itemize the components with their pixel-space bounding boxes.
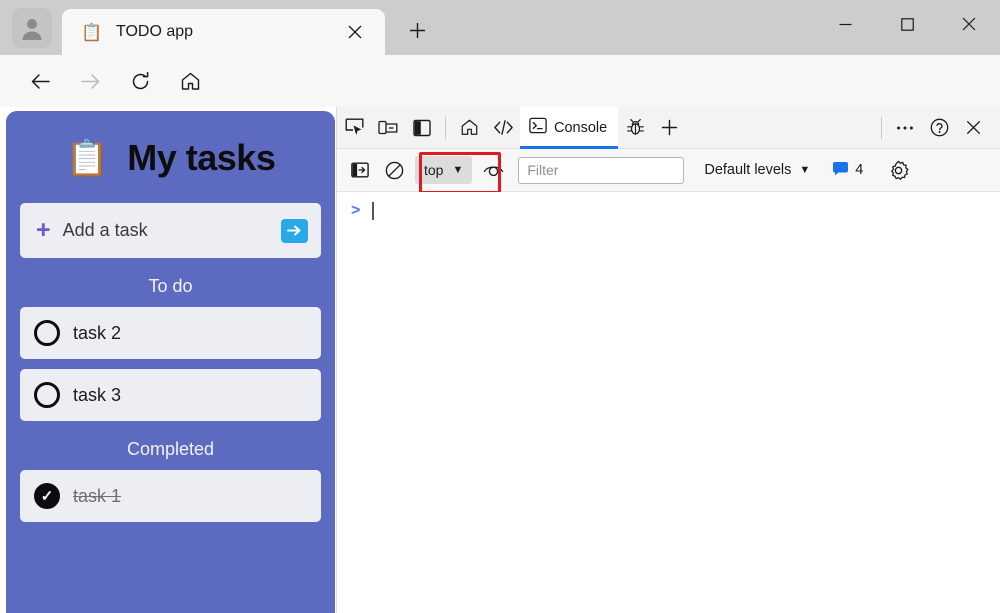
add-task-submit-button[interactable]	[281, 219, 308, 243]
task-label: task 2	[73, 323, 121, 344]
plus-icon: +	[36, 218, 51, 243]
home-button[interactable]	[172, 63, 208, 99]
browser-tab-todo-app[interactable]: 📋 TODO app	[62, 9, 385, 55]
forward-button[interactable]	[72, 63, 108, 99]
console-filter-input[interactable]: Filter	[518, 157, 684, 184]
task-checkbox[interactable]	[34, 382, 60, 408]
todo-app-header: 📋 My tasks	[6, 137, 335, 179]
live-expression-eye-icon[interactable]	[476, 153, 510, 187]
title-bar: 📋 TODO app	[0, 0, 1000, 55]
prompt-chevron-icon: >	[351, 202, 360, 220]
new-tab-button[interactable]	[400, 15, 434, 45]
message-bubble-icon	[832, 161, 849, 180]
add-tab-plus-icon[interactable]	[652, 111, 686, 145]
profile-avatar-icon[interactable]	[12, 8, 52, 48]
reload-button[interactable]	[122, 63, 158, 99]
maximize-button[interactable]	[876, 0, 938, 48]
task-checkbox-checked[interactable]: ✓	[34, 483, 60, 509]
welcome-home-icon[interactable]	[452, 111, 486, 145]
dock-side-icon[interactable]	[405, 111, 439, 145]
browser-window: 📋 TODO app	[0, 0, 1000, 613]
task-label: task 3	[73, 385, 121, 406]
todo-app-card: 📋 My tasks + Add a task To do task 2 tas…	[6, 111, 335, 613]
section-label-completed: Completed	[6, 439, 335, 460]
context-selector-value: top	[424, 162, 443, 178]
close-window-button[interactable]	[938, 0, 1000, 48]
settings-gear-icon[interactable]	[881, 153, 915, 187]
task-item[interactable]: task 3	[20, 369, 321, 421]
message-count-value: 4	[855, 162, 863, 178]
tab-title: TODO app	[116, 23, 193, 41]
console-toolbar: top ▼ Filter Default levels ▼	[337, 149, 1000, 192]
minimize-button[interactable]	[814, 0, 876, 48]
page-title: My tasks	[127, 137, 275, 179]
console-icon	[529, 117, 547, 138]
devtools-panel: Console	[336, 107, 1000, 613]
section-label-todo: To do	[6, 276, 335, 297]
tab-console-label: Console	[554, 120, 607, 136]
window-controls	[814, 0, 1000, 48]
clear-console-icon[interactable]	[377, 153, 411, 187]
devtools-tabbar-right	[875, 111, 1000, 145]
navigation-bar: https://microsoftedge.github.io/Demos/de…	[0, 55, 1000, 107]
add-task-input[interactable]: Add a task	[63, 220, 148, 241]
task-item[interactable]: task 2	[20, 307, 321, 359]
devtools-help-icon[interactable]	[922, 111, 956, 145]
tab-console[interactable]: Console	[520, 107, 618, 149]
console-prompt-row[interactable]: >	[337, 192, 1000, 222]
task-checkbox[interactable]	[34, 320, 60, 346]
console-message-count[interactable]: 4	[832, 161, 863, 180]
chevron-down-icon: ▼	[452, 164, 463, 176]
console-text-caret	[372, 202, 374, 220]
issues-bug-icon[interactable]	[618, 111, 652, 145]
device-emulation-icon[interactable]	[371, 111, 405, 145]
log-levels-label: Default levels	[704, 162, 791, 178]
log-levels-selector[interactable]: Default levels ▼	[704, 162, 810, 178]
javascript-context-selector[interactable]: top ▼	[415, 156, 472, 184]
clipboard-icon: 📋	[66, 141, 110, 176]
inspect-element-icon[interactable]	[337, 111, 371, 145]
back-button[interactable]	[22, 63, 58, 99]
add-task-row[interactable]: + Add a task	[20, 203, 321, 258]
console-output-area[interactable]: >	[337, 192, 1000, 612]
toolbar-divider	[881, 117, 882, 139]
task-item-completed[interactable]: ✓ task 1	[20, 470, 321, 522]
task-label-completed: task 1	[73, 486, 121, 507]
tab-favicon-icon: 📋	[82, 22, 102, 42]
tab-close-icon[interactable]	[343, 20, 367, 44]
devtools-tab-bar: Console	[337, 107, 1000, 149]
devtools-close-icon[interactable]	[956, 111, 990, 145]
chevron-down-icon: ▼	[799, 164, 810, 176]
web-page-content: 📋 My tasks + Add a task To do task 2 tas…	[0, 107, 336, 613]
console-sidebar-toggle-icon[interactable]	[343, 153, 377, 187]
devtools-more-options-icon[interactable]	[888, 111, 922, 145]
elements-code-icon[interactable]	[486, 111, 520, 145]
toolbar-divider	[445, 117, 446, 139]
